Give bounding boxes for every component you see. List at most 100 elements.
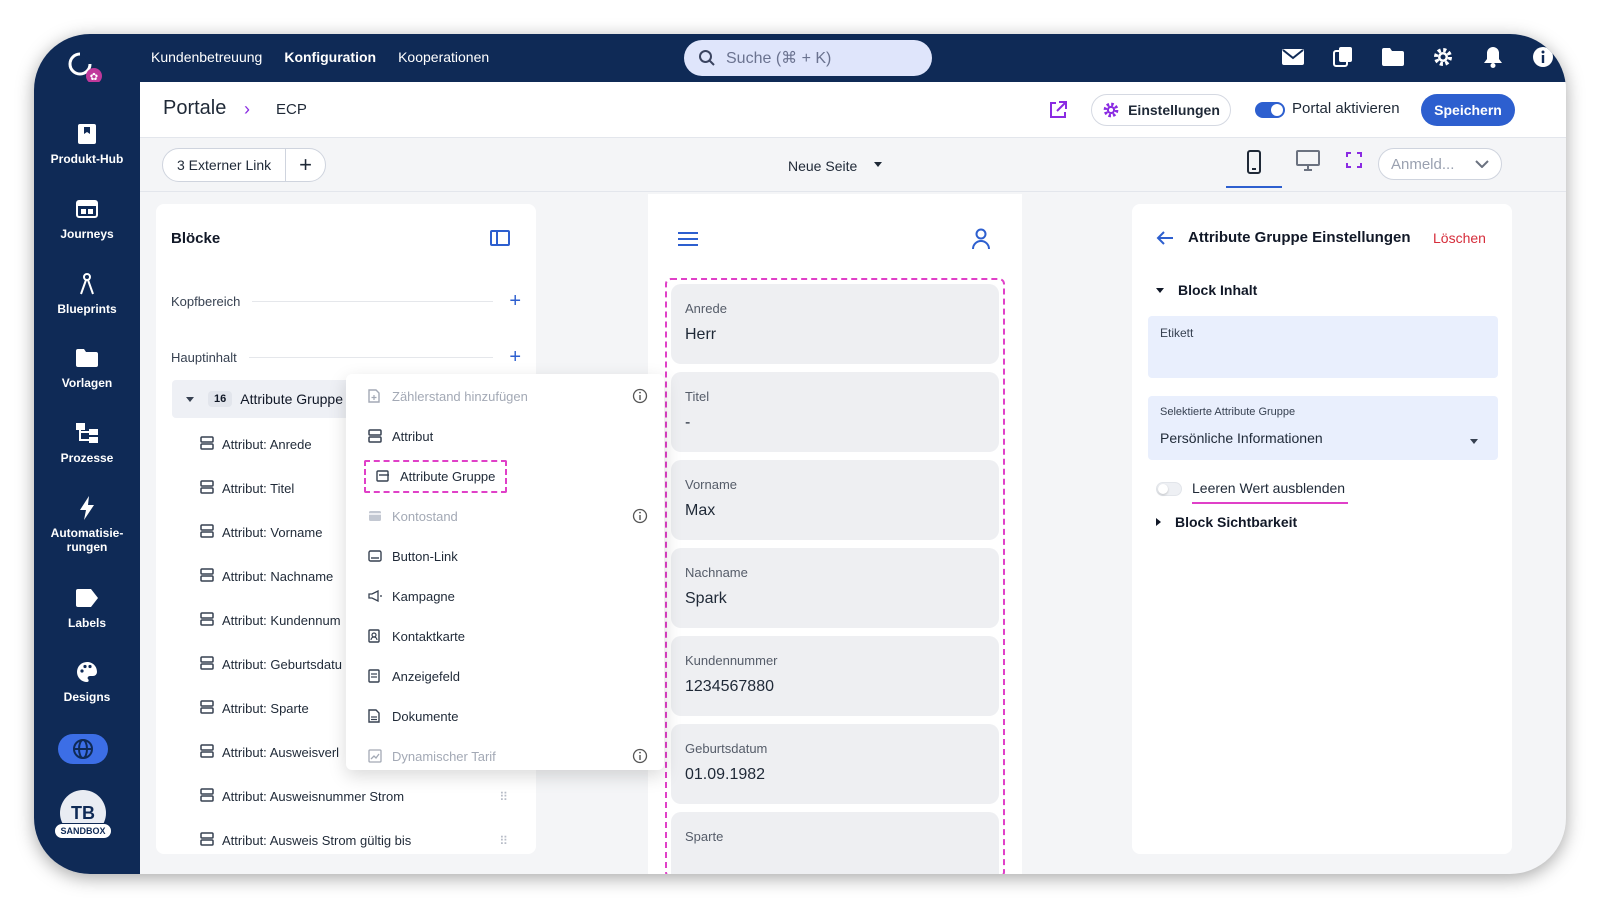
caret-right-icon [1156, 518, 1161, 526]
sidebar-item-portale[interactable] [58, 734, 108, 764]
device-mobile-button[interactable] [1226, 138, 1282, 188]
info-icon[interactable] [632, 508, 648, 527]
caret-down-icon[interactable] [874, 162, 882, 167]
menu-item-kontostand[interactable]: Kontostand [346, 496, 664, 536]
add-link-button[interactable]: + [286, 152, 325, 178]
menu-item-zaehlerstand[interactable]: Zählerstand hinzufügen [346, 376, 664, 416]
login-state-select[interactable]: Anmeld... [1378, 148, 1502, 180]
page-select[interactable]: Neue Seite [788, 158, 857, 174]
block-row[interactable]: Attribut: Ausweis Strom gültig bis ⠿ [200, 832, 530, 849]
folder-icon[interactable] [1380, 44, 1406, 70]
portal-active-label: Portal aktivieren [1292, 100, 1400, 117]
device-desktop-button[interactable] [1296, 150, 1320, 177]
accordion-block-visibility[interactable]: Block Sichtbarkeit [1156, 514, 1297, 530]
add-block-button[interactable]: + [509, 346, 521, 369]
copy-icon[interactable] [1330, 44, 1356, 70]
accordion-block-content[interactable]: Block Inhalt [1156, 282, 1257, 298]
sidebar-item-designs[interactable]: Designs [34, 658, 140, 704]
external-link-icon[interactable] [1048, 100, 1068, 125]
sidebar-item-blueprints[interactable]: Blueprints [34, 270, 140, 316]
sidebar-item-produkt-hub[interactable]: Produkt-Hub [34, 120, 140, 166]
editor-toolbar: 3 Externer Link + Neue Seite Anmeld... [140, 138, 1566, 192]
delete-button[interactable]: Löschen [1433, 230, 1486, 246]
settings-button[interactable]: Einstellungen [1091, 94, 1231, 126]
fullscreen-icon [1346, 152, 1362, 168]
info-icon[interactable] [1530, 44, 1556, 70]
menu-item-attribute-gruppe[interactable]: Attribute Gruppe [346, 456, 664, 496]
search-placeholder: Suche (⌘ + K) [726, 50, 832, 67]
menu-item-label: Dynamischer Tarif [392, 748, 496, 764]
menu-item-anzeigefeld[interactable]: Anzeigefeld [346, 656, 664, 696]
etikett-input[interactable]: Etikett [1148, 316, 1498, 378]
drag-handle-icon[interactable]: ⠿ [499, 790, 508, 804]
field-label: Vorname [685, 477, 738, 492]
bell-icon[interactable] [1480, 44, 1506, 70]
info-icon[interactable] [632, 748, 648, 767]
contact-card-icon [368, 629, 384, 643]
menu-item-kampagne[interactable]: Kampagne [346, 576, 664, 616]
topnav-kooperationen[interactable]: Kooperationen [398, 49, 489, 65]
portal-active-toggle[interactable] [1255, 102, 1285, 118]
menu-item-button-link[interactable]: Button-Link [346, 536, 664, 576]
rows-icon [200, 436, 214, 453]
user-icon[interactable] [972, 228, 990, 255]
topnav-konfiguration[interactable]: Konfiguration [284, 49, 376, 65]
sandbox-badge: SANDBOX [54, 823, 112, 839]
sidebar: Produkt-Hub Journeys Blueprints Vorlagen… [34, 82, 140, 874]
sidebar-label: Produkt-Hub [50, 152, 124, 166]
sidebar-item-journeys[interactable]: Journeys [34, 195, 140, 241]
topnav-kundenbetreuung[interactable]: Kundenbetreuung [151, 49, 262, 65]
panel-toggle-icon[interactable] [490, 230, 510, 251]
menu-icon[interactable] [678, 232, 698, 251]
attribute-group-select[interactable]: Selektierte Attribute Gruppe Persönliche… [1148, 396, 1498, 460]
rows-icon [200, 612, 214, 629]
search-input[interactable]: Suche (⌘ + K) [684, 40, 932, 76]
preview-field[interactable]: Nachname Spark [671, 548, 999, 628]
field-label: Geburtsdatum [685, 741, 768, 756]
top-navigation: Kundenbetreuung Konfiguration Kooperatio… [151, 49, 489, 65]
highlight-underline [1192, 502, 1348, 504]
megaphone-icon [368, 590, 384, 602]
save-button[interactable]: Speichern [1421, 94, 1515, 126]
section-label: Hauptinhalt [171, 350, 237, 365]
caret-down-icon[interactable] [186, 396, 194, 402]
accordion-label: Block Sichtbarkeit [1175, 514, 1298, 530]
menu-item-label: Attribut [392, 428, 434, 444]
block-label: Attribut: Ausweisnummer Strom [222, 789, 405, 804]
menu-item-dokumente[interactable]: Dokumente [346, 696, 664, 736]
menu-item-attribut[interactable]: Attribut [346, 416, 664, 456]
back-arrow-icon[interactable] [1156, 230, 1174, 251]
preview-field[interactable]: Vorname Max [671, 460, 999, 540]
hide-empty-toggle[interactable] [1156, 482, 1182, 496]
page-header: Portale › ECP Einstellungen Portal aktiv… [140, 82, 1566, 138]
menu-item-kontaktkarte[interactable]: Kontaktkarte [346, 616, 664, 656]
preview-field[interactable]: Titel - [671, 372, 999, 452]
preview-field[interactable]: Sparte [671, 812, 999, 874]
field-value: 1234567880 [685, 678, 774, 695]
preview-field[interactable]: Anrede Herr [671, 284, 999, 364]
external-link-button[interactable]: 3 Externer Link [163, 149, 287, 181]
sidebar-item-vorlagen[interactable]: Vorlagen [34, 344, 140, 390]
block-group-row[interactable]: 16 Attribute Gruppe [172, 380, 362, 418]
sidebar-item-prozesse[interactable]: Prozesse [34, 419, 140, 465]
sidebar-item-automatisierungen[interactable]: Automatisie- rungen [34, 494, 140, 554]
fullscreen-button[interactable] [1346, 152, 1362, 173]
field-label: Titel [685, 389, 710, 404]
bolt-icon [34, 494, 140, 522]
preview-field[interactable]: Geburtsdatum 01.09.1982 [671, 724, 999, 804]
field-label: Anrede [685, 301, 727, 316]
rows-icon [200, 656, 214, 673]
add-block-button[interactable]: + [509, 290, 521, 313]
gear-icon[interactable] [1430, 44, 1456, 70]
app-logo-icon[interactable]: ✿ [66, 50, 106, 86]
drag-handle-icon[interactable]: ⠿ [499, 834, 508, 848]
block-row[interactable]: Attribut: Ausweisnummer Strom ⠿ [200, 788, 530, 805]
menu-item-dynamischer-tarif[interactable]: Dynamischer Tarif [346, 736, 664, 776]
sidebar-item-labels[interactable]: Labels [34, 584, 140, 630]
info-icon[interactable] [632, 388, 648, 407]
field-value: 01.09.1982 [685, 766, 766, 783]
mail-icon[interactable] [1280, 44, 1306, 70]
breadcrumb-portale[interactable]: Portale [163, 97, 226, 120]
sidebar-label: Blueprints [57, 302, 117, 316]
preview-field[interactable]: Kundennummer 1234567880 [671, 636, 999, 716]
